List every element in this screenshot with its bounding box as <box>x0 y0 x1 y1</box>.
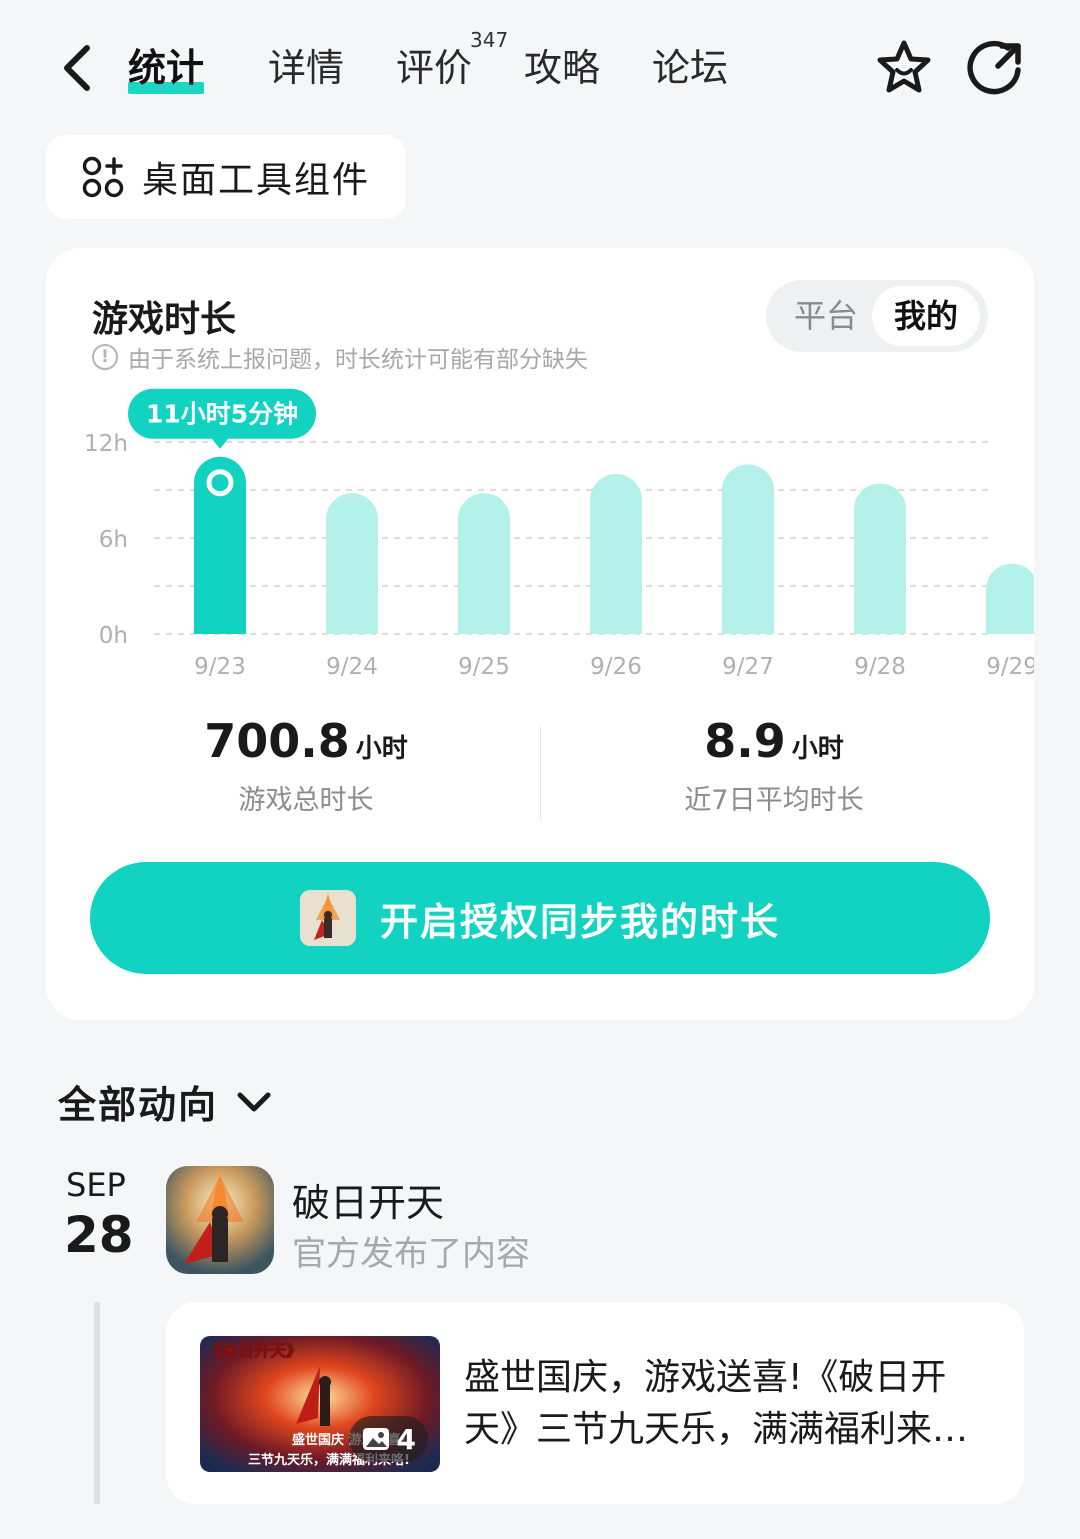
x-tick-label: 9/27 <box>722 654 774 680</box>
playtime-note: ! 由于系统上报问题，时长统计可能有部分缺失 <box>92 340 588 374</box>
x-tick-label: 9/23 <box>194 654 246 680</box>
data-source-toggle: 平台 我的 <box>766 280 988 352</box>
bar <box>194 456 246 634</box>
favorite-button[interactable] <box>872 36 936 100</box>
sync-playtime-label: 开启授权同步我的时长 <box>379 899 780 944</box>
share-icon <box>967 40 1021 95</box>
tab-guides[interactable]: 攻略 <box>524 40 600 96</box>
image-count: 4 <box>396 1422 416 1456</box>
post-image-banner: 《破日开天》 <box>206 1341 302 1360</box>
y-tick-label: 12h <box>84 431 128 457</box>
desktop-widget-button[interactable]: 桌面工具组件 <box>46 135 406 219</box>
share-button[interactable] <box>964 36 1028 100</box>
total-playtime-unit: 小时 <box>355 734 408 764</box>
x-tick-label: 9/26 <box>590 654 642 680</box>
playtime-title: 游戏时长 <box>92 299 237 340</box>
average-playtime-value: 8.9 <box>704 714 786 768</box>
y-tick-label: 6h <box>99 527 128 553</box>
x-tick-label: 9/25 <box>458 654 510 680</box>
average-playtime-unit: 小时 <box>791 734 844 764</box>
review-count-badge: 347 <box>470 28 509 52</box>
segment-platform[interactable]: 平台 <box>780 286 872 346</box>
tab-stats[interactable]: 统计 <box>128 40 205 96</box>
back-button[interactable] <box>52 40 100 96</box>
bar-base <box>986 608 1034 634</box>
stats-divider <box>540 726 541 820</box>
x-tick-label: 9/28 <box>854 654 906 680</box>
timeline-line <box>94 1302 100 1504</box>
bar-base <box>326 608 379 634</box>
image-count-badge: 4 <box>348 1416 428 1462</box>
post-author-name[interactable]: 破日开天 <box>292 1172 444 1227</box>
tab-details[interactable]: 详情 <box>268 40 344 96</box>
y-tick-label: 0h <box>99 623 128 649</box>
total-playtime-caption: 游戏总时长 <box>238 785 374 816</box>
total-playtime-value: 700.8 <box>204 714 350 768</box>
chevron-down-icon <box>237 1092 271 1111</box>
post-action-text: 官方发布了内容 <box>292 1234 530 1274</box>
post-card[interactable]: 《破日开天》 盛世国庆 游戏送喜! 三节九天乐，满满福利来咯! 4 盛世国庆，游… <box>166 1302 1024 1504</box>
playtime-bar-chart: 0h 6h 12h 9/23 11小时5分钟 9/24 9/25 9/26 9/27 9/28 9/… <box>84 388 1034 680</box>
tooltip-text: 11小时5分钟 <box>146 400 298 429</box>
bar-base <box>854 608 907 634</box>
playtime-card: 游戏时长 ! 由于系统上报问题，时长统计可能有部分缺失 平台 我的 0h 6h 12… <box>46 248 1034 1020</box>
average-playtime-caption: 近7日平均时长 <box>684 785 864 816</box>
bar-base <box>722 608 775 634</box>
author-avatar[interactable] <box>166 1166 274 1274</box>
tab-reviews[interactable]: 评价 <box>396 40 472 96</box>
image-icon <box>362 1428 389 1450</box>
post-title: 盛世国庆，游戏送喜!《破日开天》三节九天乐，满满福利来… <box>464 1357 969 1450</box>
feed-filter-label: 全部动向 <box>58 1083 219 1127</box>
top-nav: 统计 详情 评价 347 攻略 论坛 <box>0 0 1080 130</box>
tooltip-pointer <box>211 437 229 449</box>
bar-base <box>194 608 246 634</box>
post-date-day: 28 <box>64 1206 134 1264</box>
bar-base <box>590 608 643 634</box>
x-tick-label: 9/24 <box>326 654 378 680</box>
bar-base <box>458 608 511 634</box>
tab-forum[interactable]: 论坛 <box>652 40 728 96</box>
widget-chip-label: 桌面工具组件 <box>142 160 371 201</box>
playtime-note-text: 由于系统上报问题，时长统计可能有部分缺失 <box>128 347 588 373</box>
average-playtime-stat: 8.9 小时 近7日平均时长 <box>624 714 924 817</box>
post-date-month: SEP <box>66 1166 126 1204</box>
game-icon <box>299 890 356 946</box>
widget-grid-icon <box>82 156 124 198</box>
sync-playtime-button[interactable]: 开启授权同步我的时长 <box>90 862 990 974</box>
feed-filter-dropdown[interactable]: 全部动向 <box>58 1074 276 1129</box>
segment-mine[interactable]: 我的 <box>872 286 980 346</box>
back-icon <box>64 45 90 91</box>
info-icon: ! <box>92 344 118 370</box>
post-cover-image[interactable]: 《破日开天》 盛世国庆 游戏送喜! 三节九天乐，满满福利来咯! 4 <box>200 1336 440 1472</box>
total-playtime-stat: 700.8 小时 游戏总时长 <box>156 714 456 817</box>
star-icon <box>877 40 931 93</box>
x-tick-label: 9/29 <box>986 654 1034 680</box>
